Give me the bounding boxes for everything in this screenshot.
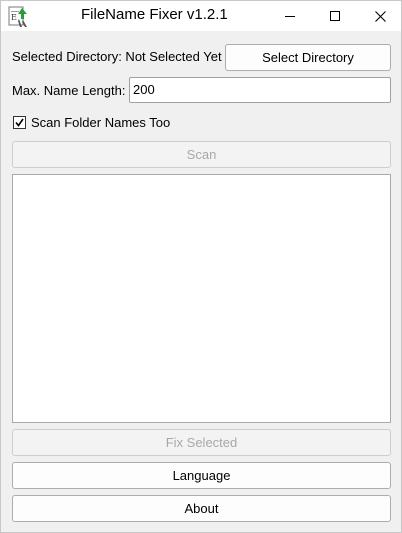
scan-folder-names-checkbox[interactable]: [13, 116, 26, 129]
minimize-button[interactable]: [267, 1, 313, 31]
close-icon: [374, 10, 386, 22]
selected-directory-label: Selected Directory: Not Selected Yet: [12, 49, 222, 64]
max-name-length-input[interactable]: 200: [129, 77, 391, 103]
title-bar[interactable]: E FileName Fixer v1.2.1: [1, 1, 401, 31]
about-button[interactable]: About: [12, 495, 391, 522]
close-button[interactable]: [357, 1, 402, 31]
results-list[interactable]: [12, 174, 391, 423]
scan-button[interactable]: Scan: [12, 141, 391, 168]
fix-selected-button[interactable]: Fix Selected: [12, 429, 391, 456]
maximize-button[interactable]: [312, 1, 358, 31]
app-window: E FileName Fixer v1.2.1 Selected Directo…: [0, 0, 402, 533]
maximize-icon: [330, 11, 340, 21]
scan-folder-names-label[interactable]: Scan Folder Names Too: [31, 115, 170, 131]
checkmark-icon: [15, 118, 24, 127]
svg-text:E: E: [11, 13, 17, 22]
language-button[interactable]: Language: [12, 462, 391, 489]
minimize-icon: [285, 16, 295, 17]
window-title: FileName Fixer v1.2.1: [81, 6, 228, 23]
select-directory-button[interactable]: Select Directory: [225, 44, 391, 71]
app-icon: E: [8, 6, 30, 28]
max-name-length-label: Max. Name Length:: [12, 83, 126, 98]
